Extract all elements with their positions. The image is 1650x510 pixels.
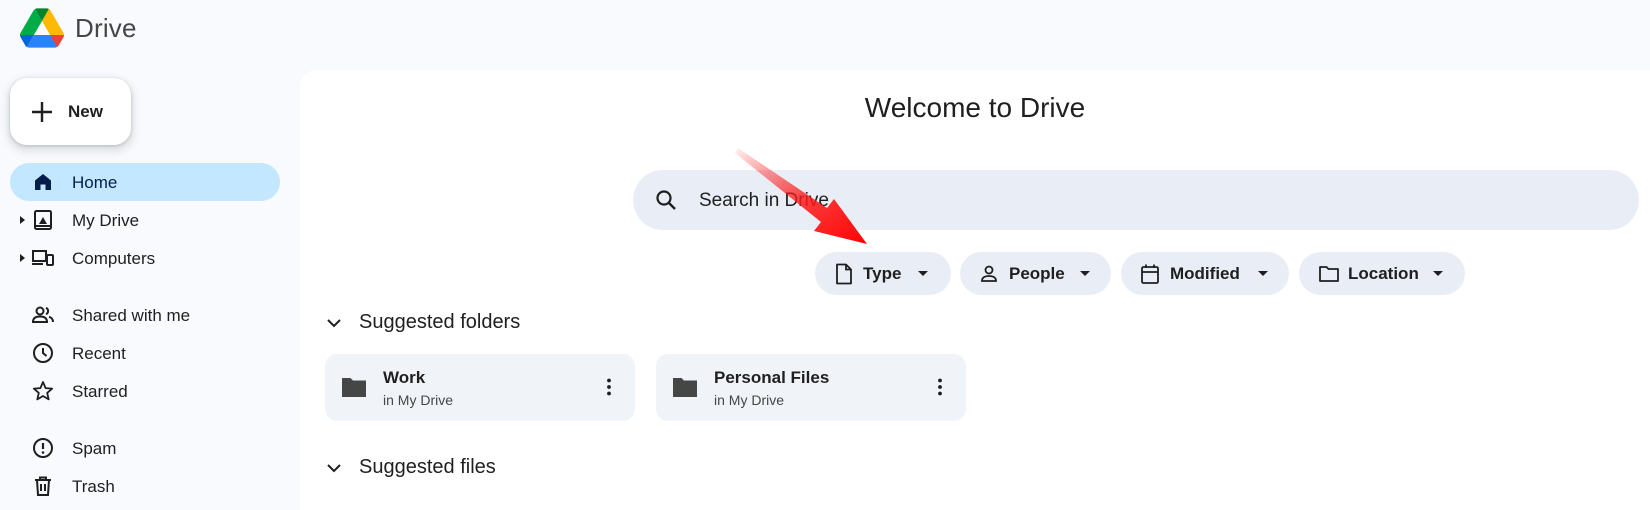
- sidebar-item-label: Shared with me: [72, 306, 191, 325]
- person-icon: [981, 265, 997, 282]
- trash-icon: [35, 476, 51, 496]
- drive-logo[interactable]: Drive: [20, 8, 137, 48]
- sidebar-item-label: Recent: [72, 344, 126, 363]
- folder-card-personal-files[interactable]: Personal Files in My Drive: [656, 354, 966, 421]
- sidebar-item-label: Home: [72, 173, 118, 192]
- sidebar-item-computers[interactable]: Computers: [10, 239, 280, 277]
- folder-card-work[interactable]: Work in My Drive: [325, 354, 635, 421]
- sidebar-item-shared-with-me[interactable]: Shared with me: [10, 296, 280, 334]
- chevron-down-icon: [327, 318, 341, 327]
- filter-chip-type[interactable]: Type: [815, 252, 951, 295]
- section-title: Suggested folders: [359, 311, 521, 333]
- filter-chip-label: Location: [1348, 264, 1419, 283]
- star-icon: [32, 381, 54, 401]
- chevron-down-icon: [327, 463, 341, 472]
- sidebar-item-label: My Drive: [72, 211, 140, 230]
- filter-chip-location[interactable]: Location: [1299, 252, 1465, 295]
- folder-outline-icon: [1319, 266, 1339, 282]
- folder-name: Work: [383, 368, 426, 387]
- page-title: Welcome to Drive: [864, 92, 1086, 123]
- sidebar-item-trash[interactable]: Trash: [10, 467, 280, 505]
- filter-chip-label: Type: [863, 264, 902, 283]
- filter-chip-modified[interactable]: Modified: [1121, 252, 1289, 295]
- sidebar-item-label: Spam: [72, 439, 117, 458]
- dropdown-arrow-icon: [1433, 271, 1443, 276]
- expand-caret-icon[interactable]: [20, 254, 25, 262]
- folder-location: in My Drive: [383, 392, 454, 408]
- folder-location: in My Drive: [714, 392, 785, 408]
- spam-icon: [33, 438, 53, 458]
- new-button-label: New: [68, 101, 103, 121]
- shared-people-icon: [31, 306, 54, 323]
- search-icon[interactable]: [654, 188, 678, 212]
- clock-icon: [33, 343, 53, 363]
- more-options-icon[interactable]: [928, 375, 952, 399]
- folder-icon: [342, 378, 366, 397]
- search-input[interactable]: [697, 184, 1601, 218]
- section-title: Suggested files: [359, 456, 496, 478]
- folder-icon: [673, 378, 697, 397]
- sidebar-item-home[interactable]: Home: [10, 163, 280, 201]
- sidebar-item-my-drive[interactable]: My Drive: [10, 201, 280, 239]
- dropdown-arrow-icon: [1258, 271, 1268, 276]
- filter-chip-label: Modified: [1170, 264, 1240, 283]
- sidebar-item-label: Trash: [72, 477, 115, 496]
- file-icon: [836, 263, 852, 285]
- home-icon: [35, 174, 51, 190]
- sidebar-item-spam[interactable]: Spam: [10, 429, 280, 467]
- sidebar-item-label: Computers: [72, 249, 156, 268]
- expand-caret-icon[interactable]: [20, 216, 25, 224]
- filter-chip-label: People: [1009, 264, 1065, 283]
- calendar-icon: [1141, 264, 1159, 284]
- dropdown-arrow-icon: [1080, 271, 1090, 276]
- suggested-folders-toggle[interactable]: Suggested folders: [326, 311, 520, 334]
- my-drive-icon: [34, 210, 52, 230]
- sidebar-item-recent[interactable]: Recent: [10, 334, 280, 372]
- sidebar-item-starred[interactable]: Starred: [10, 372, 280, 410]
- new-button[interactable]: New: [10, 78, 131, 145]
- suggested-files-toggle[interactable]: Suggested files: [326, 456, 496, 479]
- folder-name: Personal Files: [714, 368, 830, 387]
- more-options-icon[interactable]: [597, 375, 621, 399]
- plus-icon: [32, 101, 52, 122]
- sidebar-item-label: Starred: [72, 382, 128, 401]
- app-name: Drive: [75, 12, 137, 43]
- computers-icon: [32, 250, 54, 266]
- search-bar[interactable]: [633, 170, 1639, 230]
- filter-chip-people[interactable]: People: [960, 252, 1111, 295]
- google-drive-logo-icon: [20, 8, 64, 48]
- dropdown-arrow-icon: [918, 271, 928, 276]
